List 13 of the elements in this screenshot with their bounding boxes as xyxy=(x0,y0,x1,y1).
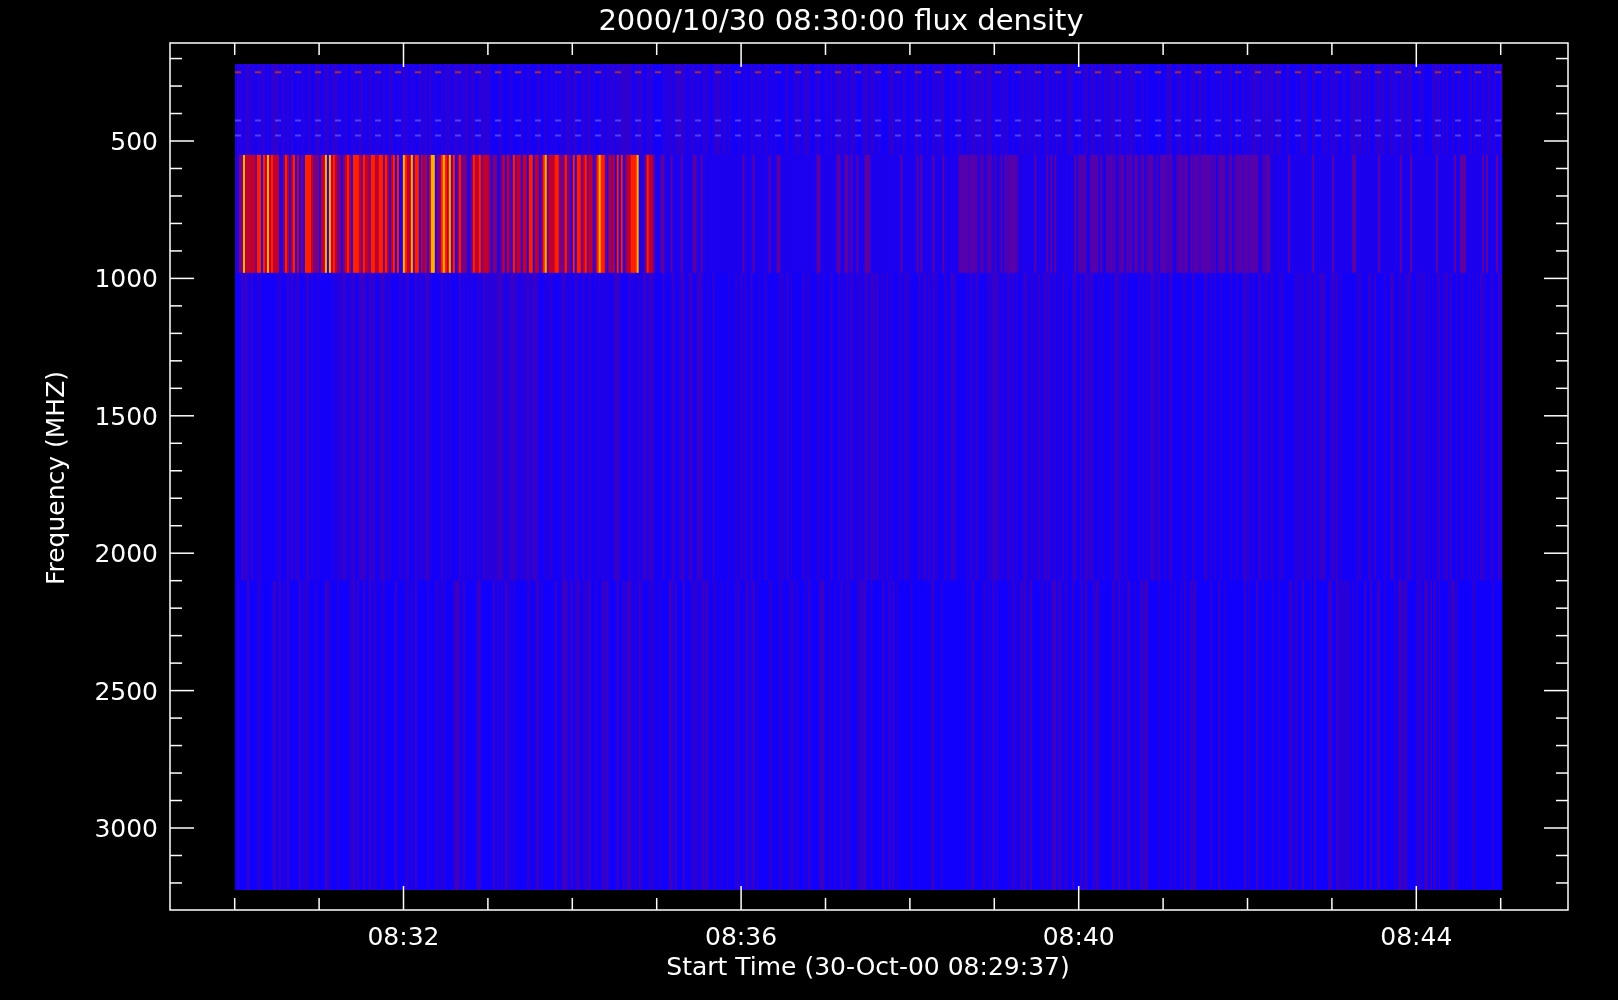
axis-title: Frequency (MHZ) xyxy=(41,370,70,586)
axis-title: Start Time (30-Oct-00 08:29:37) xyxy=(666,952,1070,981)
tick-label: 2500 xyxy=(94,676,158,706)
tick-label: 500 xyxy=(110,127,158,156)
tick-label: 3000 xyxy=(94,814,158,843)
tick-label: 08:44 xyxy=(1380,922,1453,951)
tick-label: 1500 xyxy=(94,401,158,431)
tick-label: 08:40 xyxy=(1042,922,1115,951)
tick-label: 08:36 xyxy=(705,922,778,951)
tick-label: 1000 xyxy=(94,264,158,294)
tick-label: 08:32 xyxy=(367,922,440,951)
plot-title: 2000/10/30 08:30:00 flux density xyxy=(598,2,1084,38)
tick-label: 2000 xyxy=(94,539,158,569)
